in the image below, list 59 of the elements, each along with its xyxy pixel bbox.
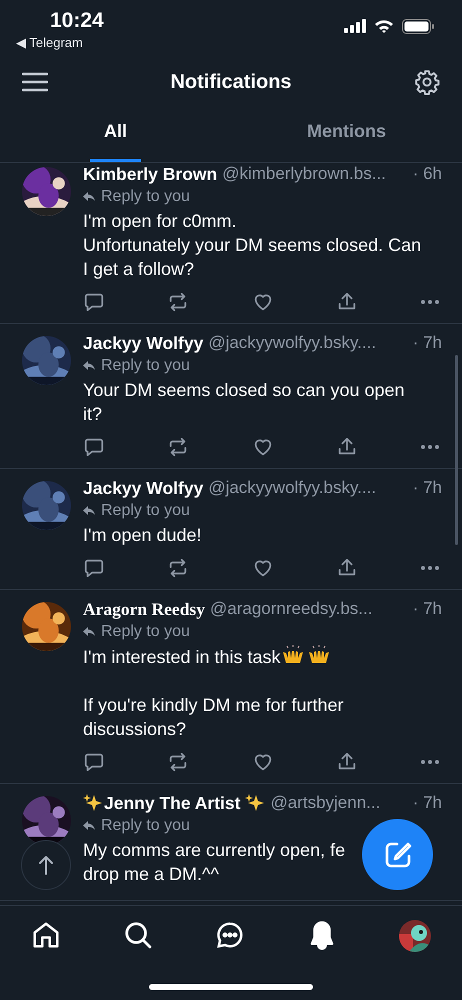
reply-icon[interactable] [83, 291, 105, 313]
wifi-icon [374, 19, 394, 33]
author-handle[interactable]: @jackyywolfyy.bsky.... [208, 330, 376, 356]
settings-icon[interactable] [414, 69, 440, 95]
author-handle[interactable]: @kimberlybrown.bs... [222, 163, 386, 187]
author-name[interactable]: Jackyy Wolfyy [83, 330, 204, 356]
reply-icon[interactable] [83, 751, 105, 773]
post-text: I'm interested in this task [83, 644, 428, 669]
reply-label: Reply to you [101, 501, 190, 521]
reply-arrow-icon [83, 627, 95, 637]
arrow-up-icon [38, 855, 54, 875]
status-time: 10:24 [49, 8, 104, 34]
author-name[interactable]: Aragorn Reedsy [83, 596, 205, 622]
reply-icon[interactable] [83, 557, 105, 579]
post-time: · 7h [412, 332, 442, 354]
post-time: · 7h [412, 792, 442, 814]
chat-icon[interactable] [215, 920, 245, 950]
more-icon[interactable] [420, 565, 440, 571]
home-icon[interactable] [31, 920, 61, 950]
menu-icon[interactable] [22, 72, 48, 92]
sparkle-icon [83, 793, 103, 813]
reply-label: Reply to you [101, 187, 190, 207]
page-title: Notifications [170, 70, 292, 95]
reply-arrow-icon [83, 361, 95, 371]
more-icon[interactable] [420, 759, 440, 765]
search-icon[interactable] [123, 920, 153, 950]
post-time: · 7h [412, 598, 442, 620]
compose-icon [384, 840, 412, 868]
sparkle-icon [245, 793, 266, 813]
more-icon[interactable] [420, 444, 440, 450]
post-time: · 7h [412, 477, 442, 500]
post-text: I'm open for c0mm. Unfortunately your DM seems closed. Can I get a follow? [83, 210, 422, 281]
scroll-to-top-button[interactable] [21, 840, 71, 890]
raised-hands-icon [306, 644, 331, 666]
battery-icon [402, 18, 434, 34]
post-text: Your DM seems closed so can you open it? [83, 379, 406, 426]
post-time: · 6h [412, 163, 442, 186]
signal-icon [344, 19, 366, 33]
reply-arrow-icon [83, 192, 95, 202]
more-icon[interactable] [420, 299, 440, 305]
reply-label: Reply to you [101, 622, 190, 642]
raised-hands-icon [280, 644, 305, 666]
author-name[interactable]: Kimberly Brown [83, 163, 218, 188]
post-text: My comms are currently open, fe drop me a DM.^^ [83, 839, 346, 886]
author-handle[interactable]: @aragornreedsy.bs... [210, 596, 372, 622]
reply-label: Reply to you [101, 816, 190, 836]
reply-icon[interactable] [83, 436, 105, 458]
post-text: I'm open dude! [83, 524, 203, 547]
tab[interactable]: All [90, 118, 141, 162]
tab[interactable]: Mentions [293, 118, 400, 162]
author-name[interactable]: Jackyy Wolfyy [83, 474, 204, 502]
reply-arrow-icon [83, 821, 95, 831]
post-text: If you're kindly DM me for further discussions? [83, 694, 345, 741]
author-handle[interactable]: @artsbyjenn... [270, 790, 380, 816]
reply-arrow-icon [83, 506, 95, 516]
author-name[interactable]: Jenny The Artist [104, 790, 240, 816]
reply-label: Reply to you [101, 356, 190, 376]
author-handle[interactable]: @jackyywolfyy.bsky.... [208, 475, 376, 501]
back-to-app-link[interactable]: ◀ Telegram [16, 34, 104, 52]
